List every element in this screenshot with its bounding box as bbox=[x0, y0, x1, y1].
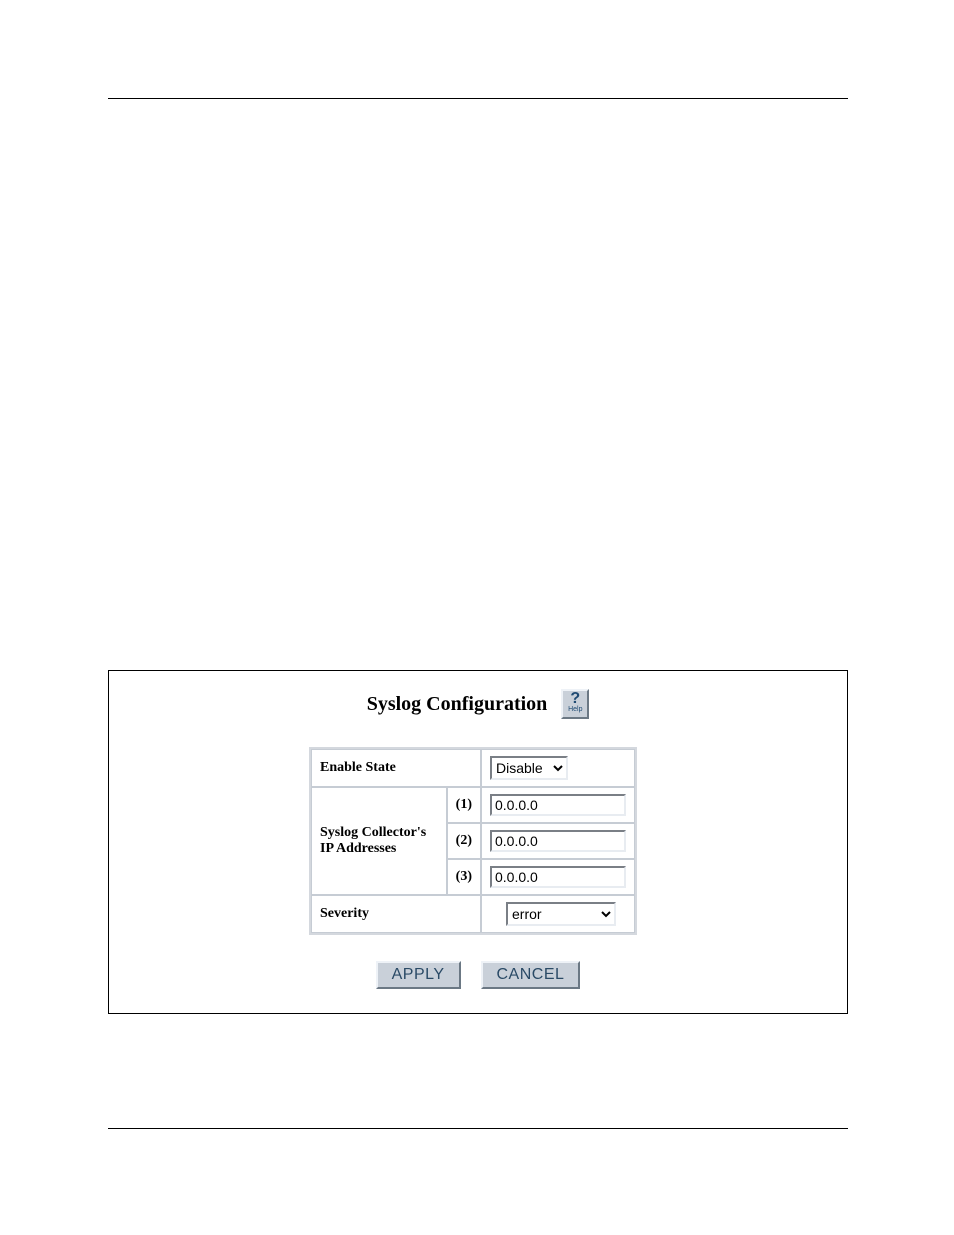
enable-state-label: Enable State bbox=[311, 749, 481, 787]
help-button[interactable]: ? Help bbox=[561, 689, 589, 719]
help-icon: ? bbox=[563, 691, 587, 706]
hr-bottom bbox=[108, 1128, 848, 1129]
enable-state-select[interactable]: Disable bbox=[490, 756, 568, 780]
collector-idx-2: (2) bbox=[447, 823, 481, 859]
severity-label: Severity bbox=[311, 895, 481, 933]
collector-ip-2[interactable] bbox=[490, 830, 626, 852]
collector-ip-3[interactable] bbox=[490, 866, 626, 888]
collectors-label: Syslog Collector's IP Addresses bbox=[311, 787, 447, 895]
help-label: Help bbox=[563, 706, 587, 713]
button-row: APPLY CANCEL bbox=[109, 961, 847, 989]
panel-title: Syslog Configuration bbox=[367, 693, 548, 716]
syslog-config-panel: Syslog Configuration ? Help Enable State… bbox=[108, 670, 848, 1014]
collector-ip-1[interactable] bbox=[490, 794, 626, 816]
cancel-button[interactable]: CANCEL bbox=[481, 961, 581, 989]
panel-title-row: Syslog Configuration ? Help bbox=[109, 689, 847, 719]
collector-idx-3: (3) bbox=[447, 859, 481, 895]
apply-button[interactable]: APPLY bbox=[376, 961, 461, 989]
collector-idx-1: (1) bbox=[447, 787, 481, 823]
hr-top bbox=[108, 98, 848, 99]
severity-select[interactable]: error bbox=[506, 902, 616, 926]
config-form: Enable State Disable Syslog Collector's … bbox=[309, 747, 637, 935]
